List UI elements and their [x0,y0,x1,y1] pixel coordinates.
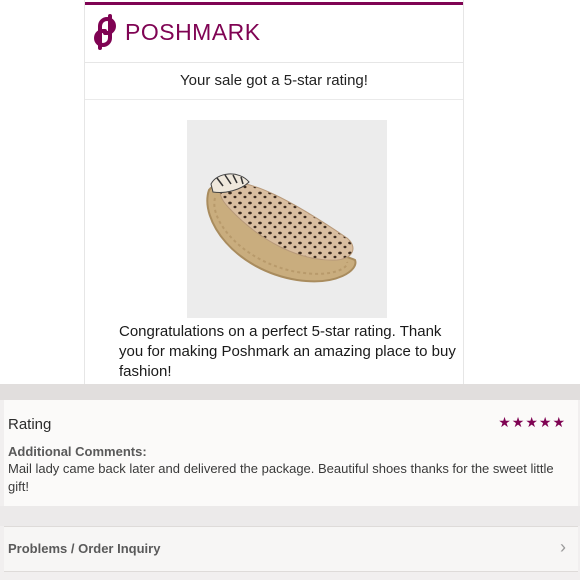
chevron-right-icon: › [560,537,566,557]
section-separator [0,506,580,526]
star-rating-icon: ★★★★★ [498,414,566,430]
espadrille-mule-illustration [206,173,357,283]
poshmark-logo-icon [93,14,117,50]
section-separator [0,384,580,400]
additional-comments-text: Mail lady came back later and delivered … [8,461,554,494]
rating-card: Rating ★★★★★ Additional Comments: Mail l… [4,400,578,507]
email-top-accent-bar [85,2,463,5]
poshmark-brand[interactable]: POSHMARK [91,14,261,50]
header-divider [85,62,463,63]
rating-title: Rating [8,416,52,433]
email-subject: Your sale got a 5-star rating! [180,72,368,89]
subject-divider [85,99,463,100]
order-details-panel: Rating ★★★★★ Additional Comments: Mail l… [0,384,580,580]
congratulations-message: Congratulations on a perfect 5-star rati… [119,323,456,380]
email-card: POSHMARK Your sale got a 5-star rating! … [84,0,464,384]
brand-name: POSHMARK [125,18,261,45]
product-image[interactable] [187,120,387,318]
additional-comments-label: Additional Comments: [8,444,147,459]
problems-order-inquiry-row[interactable]: Problems / Order Inquiry › [4,526,578,572]
problems-order-inquiry-label: Problems / Order Inquiry [8,541,161,556]
